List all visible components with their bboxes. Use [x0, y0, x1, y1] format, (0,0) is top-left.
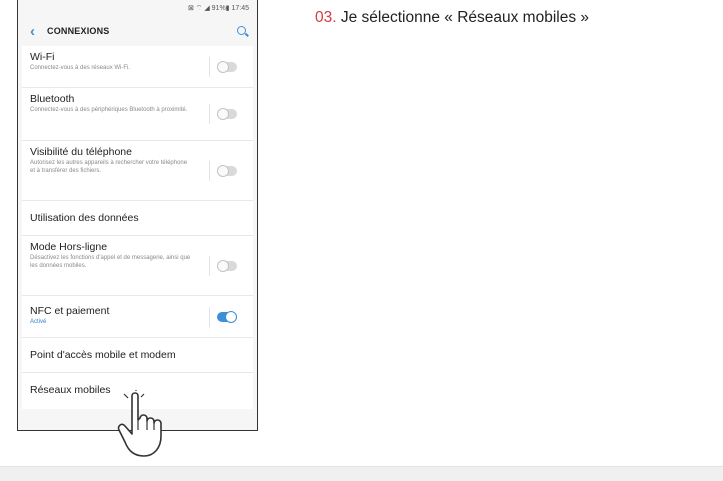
divider: [209, 255, 210, 276]
settings-list: Wi-Fi Connectez-vous à des réseaux Wi-Fi…: [22, 46, 253, 409]
divider: [209, 306, 210, 327]
search-icon[interactable]: [236, 25, 249, 38]
chevron-left-icon[interactable]: ‹: [30, 24, 35, 39]
setting-title: Visibilité du téléphone: [30, 146, 132, 158]
setting-item-visibility[interactable]: Visibilité du téléphone Autorisez les au…: [22, 141, 253, 201]
setting-item-wifi[interactable]: Wi-Fi Connectez-vous à des réseaux Wi-Fi…: [22, 46, 253, 88]
setting-item-data-usage[interactable]: Utilisation des données: [22, 201, 253, 236]
page-title: CONNEXIONS: [47, 26, 110, 36]
setting-subtitle: Activé: [30, 319, 47, 325]
setting-title: Point d'accès mobile et modem: [30, 349, 176, 361]
setting-subtitle: Connectez-vous à des réseaux Wi-Fi.: [30, 65, 131, 71]
setting-item-airplane-mode[interactable]: Mode Hors-ligne Désactivez les fonctions…: [22, 236, 253, 296]
status-bar: ⊠ ⌔ ◢ 91%▮ 17:45: [18, 0, 257, 16]
setting-title: Utilisation des données: [30, 212, 139, 224]
step-caption: 03. Je sélectionne « Réseaux mobiles »: [315, 9, 589, 27]
bluetooth-toggle[interactable]: [217, 108, 237, 120]
setting-subtitle: Autorisez les autres appareils à recherc…: [30, 160, 188, 174]
setting-title: Bluetooth: [30, 93, 75, 105]
setting-title: Mode Hors-ligne: [30, 241, 108, 253]
pointing-hand-icon: [112, 388, 174, 469]
divider: [209, 56, 210, 77]
setting-title: NFC et paiement: [30, 305, 110, 317]
setting-title: Wi-Fi: [30, 51, 55, 63]
nfc-toggle[interactable]: [217, 310, 237, 323]
setting-item-hotspot[interactable]: Point d'accès mobile et modem: [22, 338, 253, 373]
phone-screenshot: ⊠ ⌔ ◢ 91%▮ 17:45 ‹ CONNEXIONS Wi-Fi Conn…: [17, 0, 258, 431]
footer-bar: [0, 466, 723, 481]
step-number: 03.: [315, 9, 337, 26]
app-bar: ‹ CONNEXIONS: [18, 16, 257, 46]
setting-subtitle: Connectez-vous à des périphériques Bluet…: [30, 107, 188, 113]
setting-subtitle: Désactivez les fonctions d'appel et de m…: [30, 255, 191, 269]
divider: [209, 160, 210, 181]
step-text: Je sélectionne « Réseaux mobiles »: [336, 9, 590, 26]
airplane-mode-toggle[interactable]: [217, 259, 237, 272]
status-bar-text: ⊠ ⌔ ◢ 91%▮ 17:45: [188, 4, 249, 12]
visibility-toggle[interactable]: [217, 164, 237, 177]
divider: [209, 104, 210, 124]
setting-item-bluetooth[interactable]: Bluetooth Connectez-vous à des périphéri…: [22, 88, 253, 141]
wifi-toggle[interactable]: [217, 60, 237, 73]
setting-item-nfc[interactable]: NFC et paiement Activé: [22, 296, 253, 338]
